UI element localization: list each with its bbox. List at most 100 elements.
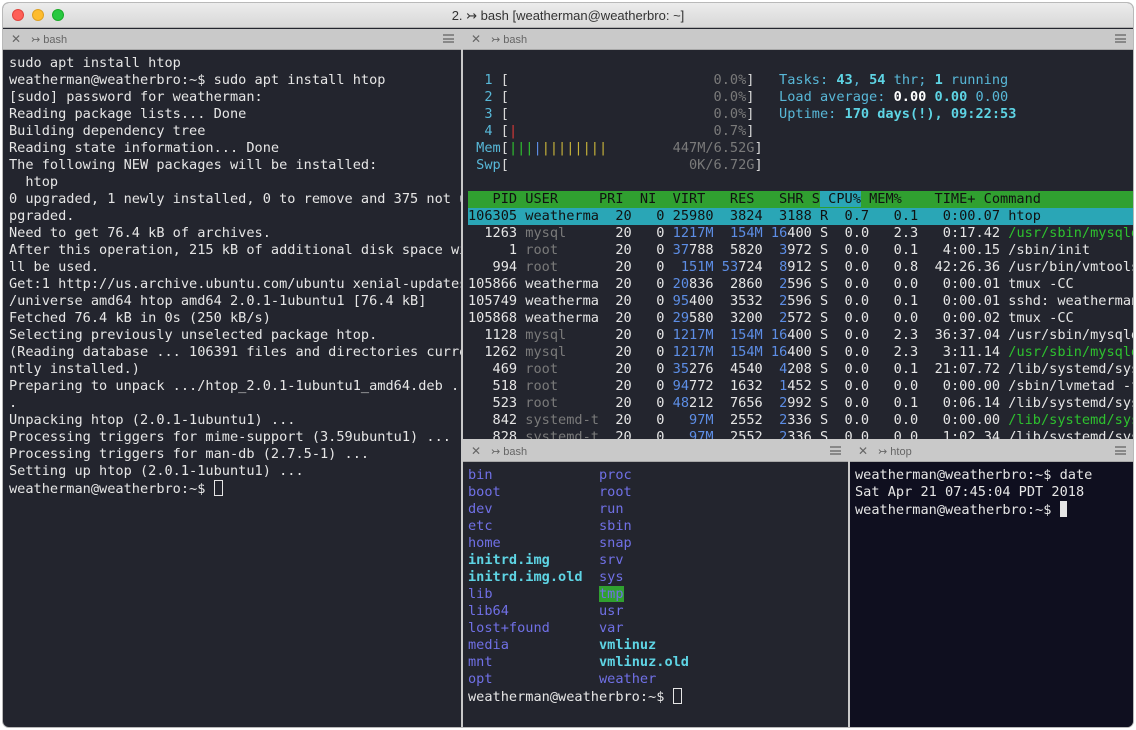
title-bar[interactable]: 2. ↣ bash [weatherman@weatherbro: ~] — [3, 3, 1133, 28]
process-row[interactable]: 105866 weatherma 20 0 20836 2860 2596 S … — [468, 276, 1133, 293]
process-row[interactable]: 1263 mysql 20 0 1217M 154M 16400 S 0.0 2… — [468, 225, 1133, 242]
memory-meter-label: Mem — [468, 140, 501, 156]
column-header-s[interactable]: S — [804, 191, 820, 207]
ls-entry[interactable]: lost+found — [468, 620, 550, 636]
ls-entry[interactable]: sbin — [599, 518, 632, 534]
ls-output[interactable]: bin proc boot root dev run etc sbin home sna… — [463, 462, 848, 727]
process-row[interactable]: 105749 weatherma 20 0 95400 3532 2596 S … — [468, 293, 1133, 310]
virt-unit: M — [705, 225, 713, 241]
process-row[interactable]: 994 root 20 0 151M 53724 8912 S 0.0 0.8 … — [468, 259, 1133, 276]
process-row[interactable]: 106305 weatherma 20 0 25980 3824 3188 R … — [468, 208, 1133, 225]
ls-entry[interactable]: lib64 — [468, 603, 509, 619]
process-ni: 0 — [632, 293, 665, 309]
date-output[interactable]: weatherman@weatherbro:~$ dateSat Apr 21 … — [850, 462, 1133, 727]
close-pane-icon[interactable]: ✕ — [11, 32, 21, 46]
column-header-ni[interactable]: NI — [624, 191, 657, 207]
left-bash-pane[interactable]: ✕ ↣ bash sudo apt install htop weatherman… — [3, 29, 461, 727]
column-header-user[interactable]: USER — [517, 191, 599, 207]
column-header-virt[interactable]: VIRT — [656, 191, 705, 207]
ls-entry[interactable]: proc — [599, 467, 632, 483]
prompt-line[interactable]: weatherman@weatherbro:~$ — [9, 480, 461, 497]
process-pid: 106305 — [468, 208, 517, 224]
process-user: root — [517, 378, 599, 394]
ls-entry[interactable]: mnt — [468, 654, 493, 670]
virt-unit: M — [705, 259, 713, 275]
ls-entry[interactable]: tmp — [599, 586, 624, 602]
process-row[interactable]: 1 root 20 0 37788 5820 3972 S 0.0 0.1 4:… — [468, 242, 1133, 259]
column-header-res[interactable]: RES — [705, 191, 754, 207]
process-row[interactable]: 105868 weatherma 20 0 29580 3200 2572 S … — [468, 310, 1133, 327]
pane-menu-icon[interactable] — [1115, 34, 1126, 43]
process-command: htop — [1000, 208, 1133, 224]
column-header-cpu[interactable]: CPU% — [820, 191, 861, 207]
process-row[interactable]: 518 root 20 0 94772 1632 1452 S 0.0 0.0 … — [468, 378, 1133, 395]
cpu-meter-label: 4 — [484, 123, 492, 139]
ls-entry[interactable]: etc — [468, 518, 493, 534]
ls-entry[interactable]: vmlinuz — [599, 637, 656, 653]
process-res: 4540 — [714, 361, 763, 377]
ls-entry[interactable]: snap — [599, 535, 632, 551]
date-pane-tab[interactable]: ✕ ↣ htop — [850, 441, 1133, 462]
column-header-mem[interactable]: MEM% — [861, 191, 902, 207]
terminal-line: sudo apt install htop — [9, 55, 461, 72]
process-res: 7656 — [714, 395, 763, 411]
ls-entry[interactable]: initrd.img.old — [468, 569, 583, 585]
process-row[interactable]: 842 systemd-t 20 0 97M 2552 2336 S 0.0 0… — [468, 412, 1133, 429]
process-user: root — [517, 395, 599, 411]
ls-entry[interactable]: bin — [468, 467, 493, 483]
prompt-line[interactable]: weatherman@weatherbro:~$ — [468, 688, 848, 705]
process-command: tmux -CC — [1000, 276, 1133, 292]
terminal-line: 0 upgraded, 1 newly installed, 0 to remo… — [9, 191, 461, 208]
pane-menu-icon[interactable] — [443, 34, 454, 43]
process-pri: 20 — [599, 412, 632, 428]
ls-pane[interactable]: ✕ ↣ bash bin proc boot root dev run etc sbi… — [463, 441, 848, 727]
htop-pane[interactable]: ✕ ↣ bash 1 [ 0.0%] Tasks: 43, 54 thr; 1 … — [463, 29, 1133, 439]
prompt-line[interactable]: weatherman@weatherbro:~$ — [855, 501, 1133, 518]
pane-menu-icon[interactable] — [830, 446, 841, 455]
meter-bracket: ] — [754, 157, 762, 173]
close-pane-icon[interactable]: ✕ — [858, 444, 868, 458]
ls-entry[interactable]: media — [468, 637, 509, 653]
ls-entry[interactable]: run — [599, 501, 624, 517]
terminal-line: Need to get 76.4 kB of archives. — [9, 225, 461, 242]
ls-entry[interactable]: opt — [468, 671, 493, 687]
ls-entry[interactable]: dev — [468, 501, 493, 517]
pane-menu-icon[interactable] — [1115, 446, 1126, 455]
process-row[interactable]: 1262 mysql 20 0 1217M 154M 16400 S 0.0 2… — [468, 344, 1133, 361]
ls-entry[interactable]: root — [599, 484, 632, 500]
ls-row: lib64 usr — [468, 603, 848, 620]
ls-entry[interactable]: lib — [468, 586, 493, 602]
ls-entry[interactable]: var — [599, 620, 624, 636]
ls-entry[interactable]: vmlinuz.old — [599, 654, 689, 670]
process-row[interactable]: 523 root 20 0 48212 7656 2992 S 0.0 0.1 … — [468, 395, 1133, 412]
process-row[interactable]: 828 systemd-t 20 0 97M 2552 2336 S 0.0 0… — [468, 429, 1133, 439]
close-pane-icon[interactable]: ✕ — [471, 32, 481, 46]
left-pane-tab[interactable]: ✕ ↣ bash — [3, 29, 461, 50]
ls-entry[interactable]: usr — [599, 603, 624, 619]
column-header-pri[interactable]: PRI — [599, 191, 624, 207]
ls-entry[interactable]: sys — [599, 569, 624, 585]
htop-pane-tab[interactable]: ✕ ↣ bash — [463, 29, 1133, 50]
process-row[interactable]: 469 root 20 0 35276 4540 4208 S 0.0 0.1 … — [468, 361, 1133, 378]
left-terminal-output[interactable]: sudo apt install htop weatherman@weatherb… — [3, 50, 461, 727]
htop-output[interactable]: 1 [ 0.0%] Tasks: 43, 54 thr; 1 running 2… — [463, 50, 1133, 439]
column-header-time[interactable]: TIME+ — [902, 191, 976, 207]
close-pane-icon[interactable]: ✕ — [471, 444, 481, 458]
terminal-line: ll be used. — [9, 259, 461, 276]
ls-entry[interactable]: weather — [599, 671, 656, 687]
ls-pane-tab[interactable]: ✕ ↣ bash — [463, 441, 848, 462]
ls-entry[interactable]: srv — [599, 552, 624, 568]
process-pid: 469 — [468, 361, 517, 377]
uptime-value: 170 days(!), 09:22:53 — [845, 106, 1017, 122]
shr-thousands: 2 — [779, 276, 787, 292]
ls-entry[interactable]: boot — [468, 484, 501, 500]
process-row[interactable]: 1128 mysql 20 0 1217M 154M 16400 S 0.0 2… — [468, 327, 1133, 344]
thread-count: 54 — [869, 72, 885, 88]
column-header-shr[interactable]: SHR — [754, 191, 803, 207]
text-cursor — [673, 688, 682, 704]
column-header-pid[interactable]: PID — [468, 191, 517, 207]
date-pane[interactable]: ✕ ↣ htop weatherman@weatherbro:~$ dateSa… — [850, 441, 1133, 727]
ls-entry[interactable]: home — [468, 535, 501, 551]
ls-entry[interactable]: initrd.img — [468, 552, 550, 568]
column-header-command[interactable]: Command — [975, 191, 1040, 207]
